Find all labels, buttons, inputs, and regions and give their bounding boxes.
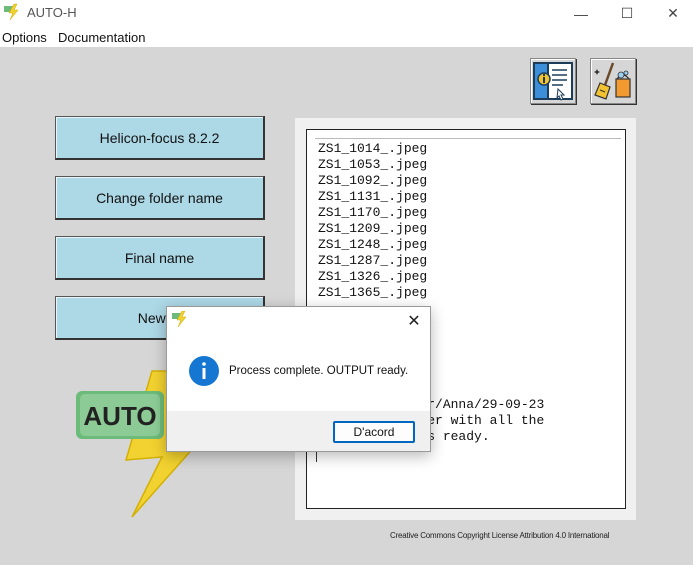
list-item: ZS1_1170_.jpeg	[318, 205, 428, 220]
license-text: Creative Commons Copyright License Attri…	[390, 531, 610, 540]
ok-button[interactable]: D'acord	[333, 421, 415, 443]
information-icon	[189, 356, 219, 386]
dialog-close-button[interactable]: ✕	[399, 309, 429, 333]
menu-options[interactable]: Options	[2, 30, 47, 45]
documentation-button[interactable]	[530, 58, 576, 104]
textbox-divider	[315, 138, 621, 139]
final-name-button[interactable]: Final name	[55, 236, 265, 280]
helicon-focus-button[interactable]: Helicon-focus 8.2.2	[55, 116, 265, 160]
menu-bar: Options Documentation	[0, 27, 693, 47]
message-dialog: ✕ Process complete. OUTPUT ready. D'acor…	[166, 306, 431, 452]
app-lightning-icon	[4, 3, 19, 21]
list-item: ZS1_1053_.jpeg	[318, 157, 428, 172]
change-folder-name-button[interactable]: Change folder name	[55, 176, 265, 220]
list-item: ZS1_1092_.jpeg	[318, 173, 428, 188]
list-item: ZS1_1326_.jpeg	[318, 269, 428, 284]
clean-button[interactable]	[590, 58, 636, 104]
list-item: ZS1_1209_.jpeg	[318, 221, 428, 236]
list-item: ZS1_1014_.jpeg	[318, 141, 428, 156]
app-lightning-icon	[172, 311, 187, 327]
window-title: AUTO-H	[27, 5, 77, 20]
document-info-icon	[533, 62, 573, 101]
logo-text: AUTO	[83, 401, 156, 431]
list-item: ZS1_1287_.jpeg	[318, 253, 428, 268]
menu-documentation[interactable]: Documentation	[58, 30, 145, 45]
list-item: ZS1_1131_.jpeg	[318, 189, 428, 204]
list-item: ZS1_1248_.jpeg	[318, 237, 428, 252]
title-bar: AUTO-H — ☐ ✕	[0, 0, 693, 27]
maximize-button[interactable]: ☐	[604, 0, 650, 27]
cleaning-broom-icon	[594, 62, 631, 100]
dialog-footer: D'acord	[167, 411, 430, 451]
list-item: ZS1_1365_.jpeg	[318, 285, 428, 300]
dialog-message: Process complete. OUTPUT ready.	[229, 365, 409, 377]
file-list: ZS1_1014_.jpeg ZS1_1053_.jpeg ZS1_1092_.…	[318, 141, 427, 301]
close-button[interactable]: ✕	[650, 0, 693, 27]
minimize-button[interactable]: —	[558, 0, 604, 27]
